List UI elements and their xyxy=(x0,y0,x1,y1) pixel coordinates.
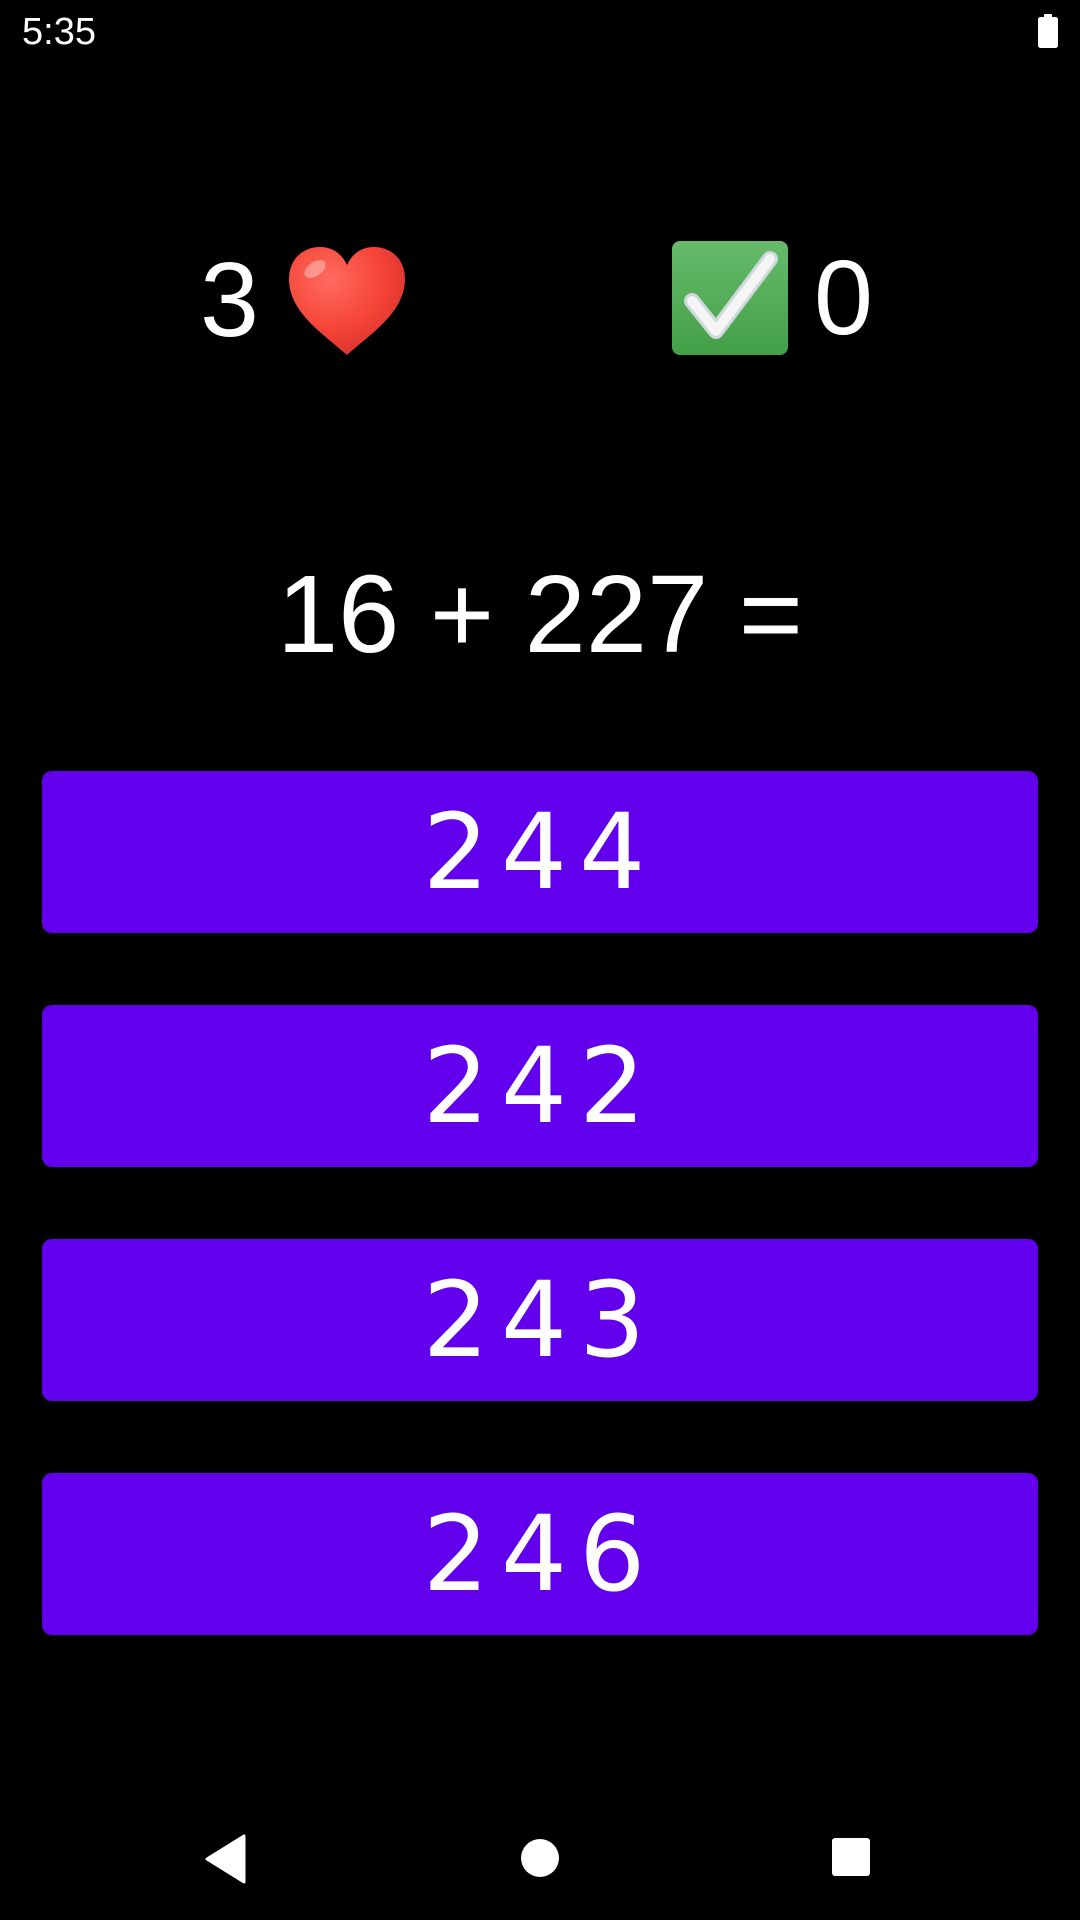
math-question: 16 + 227 = xyxy=(276,553,804,676)
lives-count: 3 xyxy=(200,241,259,359)
heart-icon xyxy=(288,247,405,355)
answer-button-2[interactable]: 242 xyxy=(42,1005,1038,1167)
answer-options: 244 242 243 246 xyxy=(42,771,1038,1707)
back-triangle-icon[interactable] xyxy=(204,1834,248,1884)
battery-full-icon xyxy=(1038,14,1058,48)
answer-button-4[interactable]: 246 xyxy=(42,1473,1038,1635)
answer-button-3[interactable]: 243 xyxy=(42,1239,1038,1401)
home-circle-icon[interactable] xyxy=(520,1838,560,1878)
status-bar: 5:35 xyxy=(0,0,1080,64)
recents-square-icon[interactable] xyxy=(831,1837,871,1877)
status-time: 5:35 xyxy=(22,11,96,53)
score-counter: 0 xyxy=(670,236,873,360)
navigation-bar xyxy=(0,1800,1080,1920)
lives-counter: 3 xyxy=(200,240,409,360)
score-count: 0 xyxy=(814,239,873,357)
answer-button-1[interactable]: 244 xyxy=(42,771,1038,933)
check-mark-icon xyxy=(672,241,788,355)
